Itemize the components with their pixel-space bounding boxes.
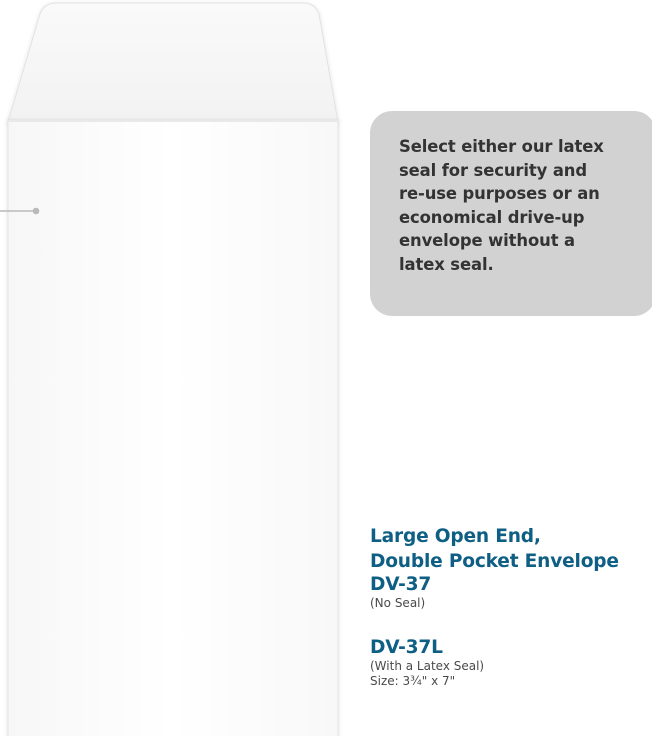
callout-text: Select either our latex seal for security… bbox=[399, 137, 604, 274]
product-title: Large Open End, Double Pocket Envelope bbox=[370, 526, 619, 572]
model-code: DV-37L bbox=[370, 637, 443, 658]
model-no-seal: DV-37 (No Seal) bbox=[370, 574, 619, 611]
model-latex-seal: DV-37L (With a Latex Seal) Size: 3¾" x 7… bbox=[370, 637, 619, 689]
envelope-flap bbox=[7, 2, 339, 123]
model-code: DV-37 bbox=[370, 574, 432, 595]
seal-options-callout: Select either our latex seal for security… bbox=[370, 111, 652, 316]
envelope-illustration bbox=[0, 0, 360, 736]
model-note: (No Seal) bbox=[370, 596, 426, 610]
envelope-drawing bbox=[0, 2, 339, 736]
model-note: (With a Latex Seal) bbox=[370, 659, 485, 673]
model-size: Size: 3¾" x 7" bbox=[370, 674, 456, 688]
product-info: Large Open End, Double Pocket Envelope DV… bbox=[370, 524, 619, 689]
envelope-body bbox=[7, 119, 339, 736]
